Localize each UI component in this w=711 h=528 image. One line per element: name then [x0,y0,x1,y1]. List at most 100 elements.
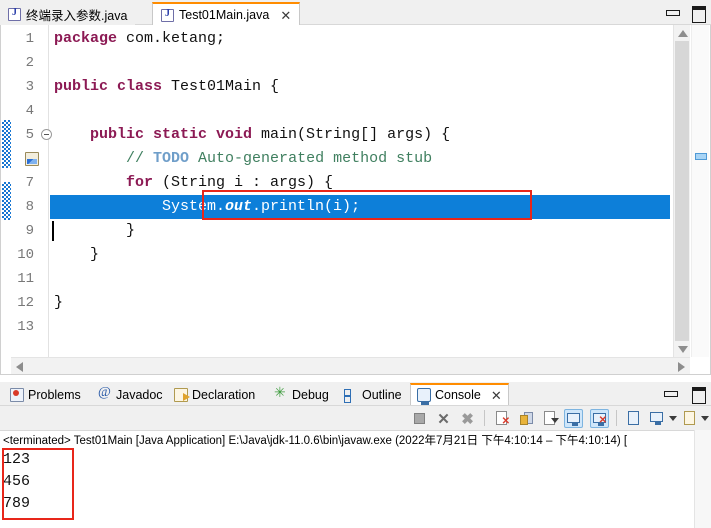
tab-declaration[interactable]: Declaration [168,384,261,405]
outline-icon [344,388,358,403]
maximize-icon[interactable] [691,5,706,23]
editor-tab-test01main[interactable]: Test01Main.java ✕ [152,2,301,26]
code-editor[interactable]: 1 2 3 4 5 6 7 8 9 10 11 12 13 package co… [0,25,711,375]
chevron-down-icon [669,416,677,421]
view-tab-label: Declaration [192,387,256,402]
lock-icon [520,412,533,425]
code-line-8-selected: System.out.println(i); [50,195,670,219]
x-badge-icon: ✕ [501,416,510,427]
code-line-6: // TODO Auto-generated method stub [50,147,670,171]
open-console-button[interactable] [680,409,699,428]
code-line-3: public class Test01Main { [50,75,670,99]
overview-ruler[interactable] [691,25,709,357]
editor-tab-bar: 终端录入参数.java Test01Main.java ✕ [0,0,711,26]
code-line-12: } [50,291,670,315]
display-selected-console-button[interactable] [648,409,667,428]
tab-javadoc[interactable]: Javadoc [92,384,169,405]
scroll-right-arrow-icon[interactable] [673,358,689,374]
editor-vertical-scrollbar[interactable] [673,25,690,357]
code-token: for [126,174,154,191]
double-x-icon: ✖ [461,410,474,428]
code-token: Test01Main { [162,78,280,95]
pin-console-button[interactable] [624,409,643,428]
tab-console[interactable]: Console ✕ [410,383,509,405]
show-console-on-output-button[interactable] [564,409,583,428]
editor-tab-terminal-params[interactable]: 终端录入参数.java [0,3,136,25]
wrap-arrow-icon [551,418,559,423]
console-toolbar: ✕ ✖ ✕ ✕ [0,405,711,430]
minimize-icon[interactable] [663,386,678,400]
code-token: public static void [90,126,253,143]
monitor-icon [650,412,663,425]
code-line-10: } [50,243,670,267]
x-badge-icon: ✕ [598,415,607,426]
tab-outline[interactable]: Outline [338,384,408,405]
code-token: .println(i); [252,198,361,215]
stop-square-icon [414,413,425,424]
text-caret [52,221,54,241]
code-token-field: out [225,198,253,215]
code-token: Auto-generated method stub [189,150,433,167]
editor-vertical-scroll-thumb[interactable] [675,41,689,341]
line-number: 10 [17,247,34,263]
toolbar-separator [616,410,617,426]
tab-debug[interactable]: Debug [268,384,335,405]
clear-console-button[interactable]: ✕ [492,409,511,428]
change-bar-segment [2,182,11,220]
editor-horizontal-scrollbar[interactable] [11,357,690,374]
code-token: // [54,150,154,167]
code-text-area[interactable]: package com.ketang; public class Test01M… [50,25,670,374]
code-token: System. [54,198,226,215]
change-bar-segment [2,120,11,168]
declaration-icon [174,387,190,402]
code-token: (String i : args) { [153,174,334,191]
editor-tab-label: Test01Main.java [179,8,270,22]
console-output-line: 123 [3,451,31,468]
todo-task-marker-icon[interactable] [25,152,39,166]
x-icon: ✕ [437,410,450,428]
maximize-icon[interactable] [691,386,706,404]
code-line-1: package com.ketang; [50,27,670,51]
code-line-5: public static void main(String[] args) { [50,123,670,147]
console-icon [417,388,431,405]
remove-launch-button[interactable]: ✕ [434,409,453,428]
close-icon[interactable]: ✕ [491,389,502,402]
tab-problems[interactable]: Problems [4,384,87,405]
show-console-on-error-button[interactable]: ✕ [590,409,609,428]
line-number: 12 [17,295,34,311]
line-number: 8 [25,199,34,215]
overview-marker[interactable] [695,153,707,160]
minimize-icon[interactable] [665,5,680,19]
code-token: public class [54,78,163,95]
word-wrap-button[interactable] [540,409,559,428]
view-window-buttons [663,386,706,404]
scroll-lock-button[interactable] [516,409,535,428]
console-view[interactable]: <terminated> Test01Main [Java Applicatio… [0,430,711,528]
terminate-button[interactable] [410,409,429,428]
close-icon[interactable]: ✕ [280,9,291,22]
java-file-icon [8,7,21,21]
code-token: } [54,222,136,239]
console-output: 123 456 789 [3,449,30,515]
console-vertical-scrollbar[interactable] [694,430,711,528]
line-number: 11 [17,271,34,287]
line-number: 13 [17,319,34,335]
change-bar [2,25,11,374]
eclipse-ide-window: 终端录入参数.java Test01Main.java ✕ 1 2 3 4 5 … [0,0,711,528]
remove-all-terminated-button[interactable]: ✖ [458,409,477,428]
display-selected-console-dropdown[interactable] [668,409,678,428]
scroll-up-arrow-icon[interactable] [674,25,691,41]
open-console-dropdown[interactable] [700,409,710,428]
line-number: 5 [25,127,34,143]
line-number: 7 [25,175,34,191]
scroll-left-arrow-icon[interactable] [12,358,28,374]
new-console-icon [684,411,695,425]
line-number: 9 [25,223,34,239]
scroll-down-arrow-icon[interactable] [674,341,691,357]
code-line-7: for (String i : args) { [50,171,670,195]
